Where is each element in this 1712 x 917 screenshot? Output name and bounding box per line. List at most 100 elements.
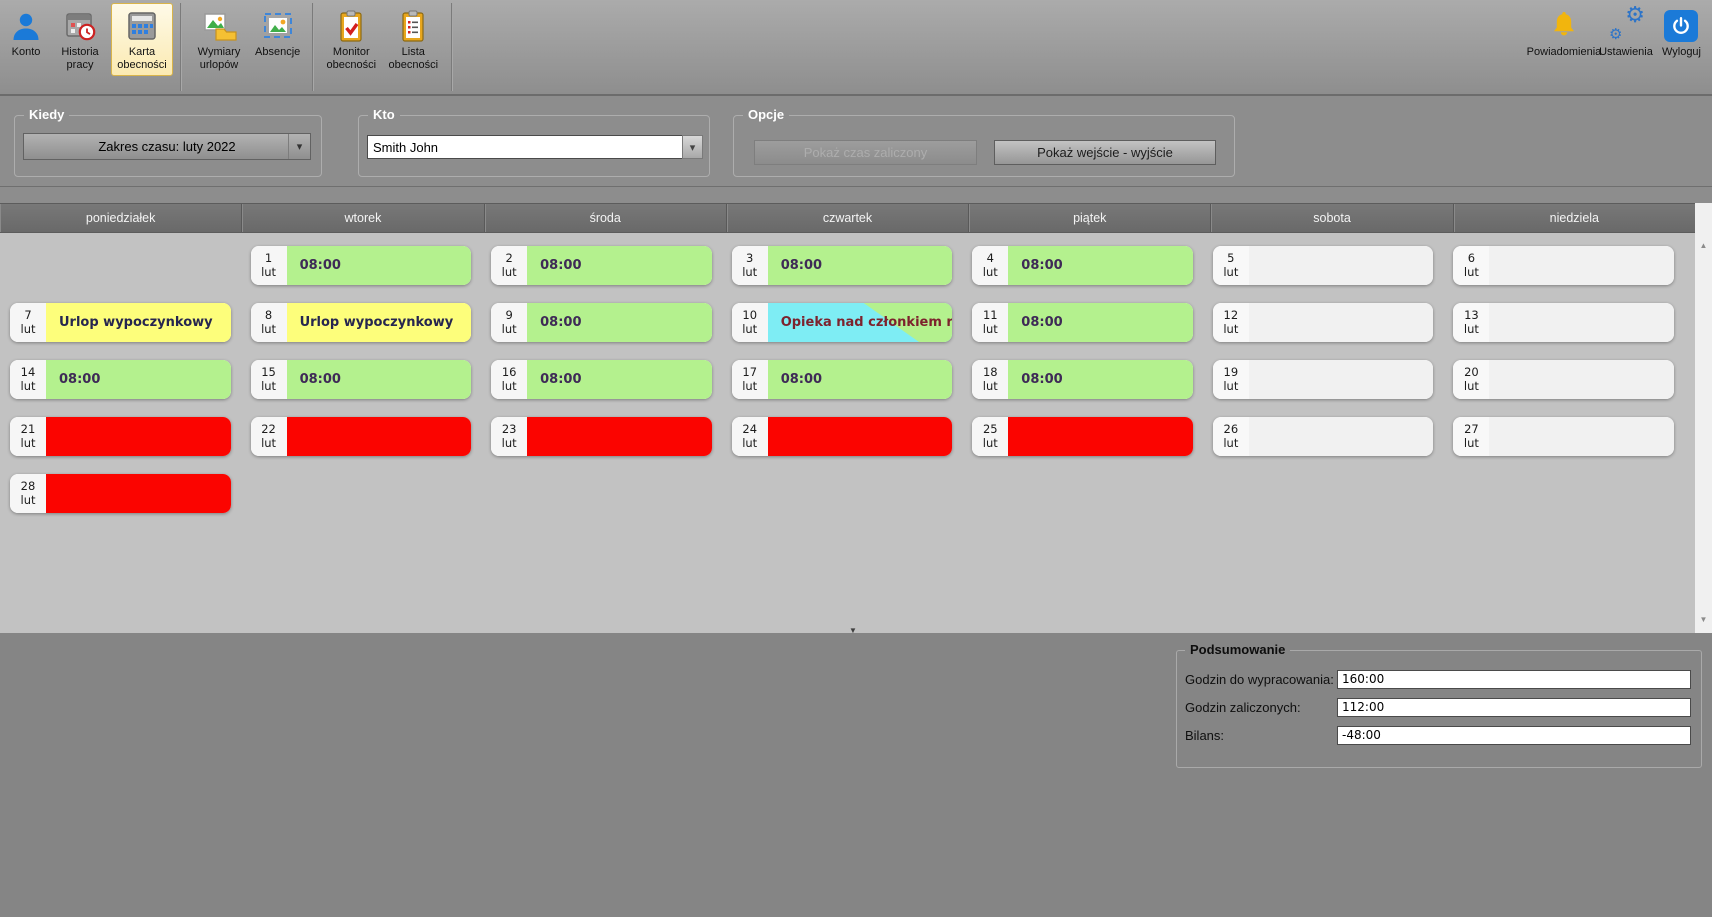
toolbar-button-historia-pracy[interactable]: Historia pracy xyxy=(49,3,111,76)
toolbar-button-wyloguj[interactable]: Wyloguj xyxy=(1657,3,1706,63)
calendar-cell-14-lut[interactable]: 14lut08:00 xyxy=(10,360,231,399)
calendar-cell-12-lut[interactable]: 12lut xyxy=(1213,303,1434,342)
calendar-cell-3-lut[interactable]: 3lut08:00 xyxy=(732,246,953,285)
day-number: 4 xyxy=(987,252,994,265)
month-abbr: lut xyxy=(1223,380,1238,393)
splitter-handle[interactable] xyxy=(846,624,860,636)
calendar-cell-15-lut[interactable]: 15lut08:00 xyxy=(251,360,472,399)
calendar-cell-21-lut[interactable]: 21lut xyxy=(10,417,231,456)
toolbar-separator xyxy=(180,3,181,91)
calendar-cell-18-lut[interactable]: 18lut08:00 xyxy=(972,360,1193,399)
calendar-cell-20-lut[interactable]: 20lut xyxy=(1453,360,1674,399)
calendar-cell-28-lut[interactable]: 28lut xyxy=(10,474,231,513)
calendar-cell-5-lut[interactable]: 5lut xyxy=(1213,246,1434,285)
toolbar-button-lista-obecnosci[interactable]: Lista obecności xyxy=(382,3,444,76)
cell-entry: 08:00 xyxy=(287,360,472,399)
calendar-cell-4-lut[interactable]: 4lut08:00 xyxy=(972,246,1193,285)
cell-entry-text: Urlop wypoczynkowy xyxy=(300,315,454,330)
cell-entry-text: 08:00 xyxy=(1021,315,1062,330)
toolbar-button-group: Konto Historia pracyKarta obecnościWymiar… xyxy=(0,0,459,94)
cell-entry-text: Urlop wypoczynkowy xyxy=(59,315,213,330)
user-icon xyxy=(8,8,44,44)
month-abbr: lut xyxy=(983,266,998,279)
day-number: 13 xyxy=(1464,309,1479,322)
weekday-header-wtorek: wtorek xyxy=(242,204,484,232)
day-number: 11 xyxy=(983,309,998,322)
scroll-down-icon[interactable] xyxy=(1695,611,1712,627)
groupbox-opcje: Opcje Pokaż czas zaliczony Pokaż wejście… xyxy=(733,115,1235,177)
calendar-cell-7-lut[interactable]: 7lutUrlop wypoczynkowy xyxy=(10,303,231,342)
calendar-cell-8-lut[interactable]: 8lutUrlop wypoczynkowy xyxy=(251,303,472,342)
calendar-cell-24-lut[interactable]: 24lut xyxy=(732,417,953,456)
day-label: 20lut xyxy=(1453,360,1489,399)
toolbar-button-absencje[interactable]: Absencje xyxy=(250,3,305,63)
toolbar-button-label: Historia pracy xyxy=(54,46,106,72)
day-number: 1 xyxy=(265,252,272,265)
power-icon xyxy=(1664,10,1698,42)
month-abbr: lut xyxy=(261,437,276,450)
vertical-scrollbar[interactable] xyxy=(1695,203,1712,633)
calendar-cell-23-lut[interactable]: 23lut xyxy=(491,417,712,456)
day-label: 9lut xyxy=(491,303,527,342)
day-number: 7 xyxy=(24,309,31,322)
month-abbr: lut xyxy=(502,323,517,336)
calendar-cell-25-lut[interactable]: 25lut xyxy=(972,417,1193,456)
toolbar-button-powiadomienia[interactable]: Powiadomienia xyxy=(1533,3,1595,63)
day-number: 14 xyxy=(21,366,36,379)
toolbar-button-wymiary-urlopow[interactable]: Wymiary urlopów xyxy=(188,3,250,76)
scroll-up-icon[interactable] xyxy=(1695,237,1712,253)
calendar-cell-19-lut[interactable]: 19lut xyxy=(1213,360,1434,399)
day-label: 11lut xyxy=(972,303,1008,342)
day-label: 14lut xyxy=(10,360,46,399)
calendar-cell-13-lut[interactable]: 13lut xyxy=(1453,303,1674,342)
calendar-cell-2-lut[interactable]: 2lut08:00 xyxy=(491,246,712,285)
calendar-cell-16-lut[interactable]: 16lut08:00 xyxy=(491,360,712,399)
power-icon xyxy=(1663,8,1699,44)
calendar-cell-6-lut[interactable]: 6lut xyxy=(1453,246,1674,285)
calendar-cell-10-lut[interactable]: 10lutOpieka nad członkiem rodziny xyxy=(732,303,953,342)
calendar-cell-17-lut[interactable]: 17lut08:00 xyxy=(732,360,953,399)
cell-entry xyxy=(1489,303,1674,342)
calendar-cell-9-lut[interactable]: 9lut08:00 xyxy=(491,303,712,342)
month-abbr: lut xyxy=(983,380,998,393)
toolbar-button-label: Absencje xyxy=(255,46,300,59)
chevron-down-icon[interactable] xyxy=(682,135,703,159)
groupbox-kiedy: Kiedy Zakres czasu: luty 2022 xyxy=(14,115,322,177)
calendar-cell-26-lut[interactable]: 26lut xyxy=(1213,417,1434,456)
cell-entry xyxy=(527,417,712,456)
cell-entry xyxy=(287,417,472,456)
show-in-out-button[interactable]: Pokaż wejście - wyjście xyxy=(994,140,1216,165)
cell-entry xyxy=(1249,417,1434,456)
cell-entry xyxy=(1249,246,1434,285)
cell-entry xyxy=(46,474,231,513)
day-label: 18lut xyxy=(972,360,1008,399)
toolbar-button-label: Konto xyxy=(12,46,41,59)
toolbar-button-karta-obecnosci[interactable]: Karta obecności xyxy=(111,3,173,76)
weekday-header-niedziela: niedziela xyxy=(1454,204,1695,232)
employee-input[interactable] xyxy=(367,135,682,159)
month-abbr: lut xyxy=(502,266,517,279)
weekday-header-row: poniedziałekwtorekśrodaczwartekpiąteksob… xyxy=(0,203,1695,233)
cell-entry: 08:00 xyxy=(527,360,712,399)
cell-entry xyxy=(768,417,953,456)
time-range-dropdown[interactable]: Zakres czasu: luty 2022 xyxy=(23,133,311,160)
day-number: 27 xyxy=(1464,423,1479,436)
calendar-cell-1-lut[interactable]: 1lut08:00 xyxy=(251,246,472,285)
day-label: 13lut xyxy=(1453,303,1489,342)
toolbar-button-monitor-obecnosci[interactable]: Monitor obecności xyxy=(320,3,382,76)
month-abbr: lut xyxy=(1464,266,1479,279)
summary-value-field[interactable] xyxy=(1337,698,1691,717)
toolbar-button-label: Wyloguj xyxy=(1662,46,1701,59)
toolbar-button-konto[interactable]: Konto xyxy=(3,3,49,63)
calendar-cell-27-lut[interactable]: 27lut xyxy=(1453,417,1674,456)
summary-title: Podsumowanie xyxy=(1185,642,1290,657)
summary-value-field[interactable] xyxy=(1337,670,1691,689)
day-number: 24 xyxy=(742,423,757,436)
summary-value-field[interactable] xyxy=(1337,726,1691,745)
calendar-cell-11-lut[interactable]: 11lut 08:00 xyxy=(972,303,1193,342)
toolbar-button-ustawienia[interactable]: ⚙⚙Ustawienia xyxy=(1595,3,1657,63)
calendar-cell-22-lut[interactable]: 22lut xyxy=(251,417,472,456)
bottom-panel: Podsumowanie Godzin do wypracowania:Godz… xyxy=(0,633,1712,917)
month-abbr: lut xyxy=(21,494,36,507)
cell-entry-text: 08:00 xyxy=(540,372,581,387)
